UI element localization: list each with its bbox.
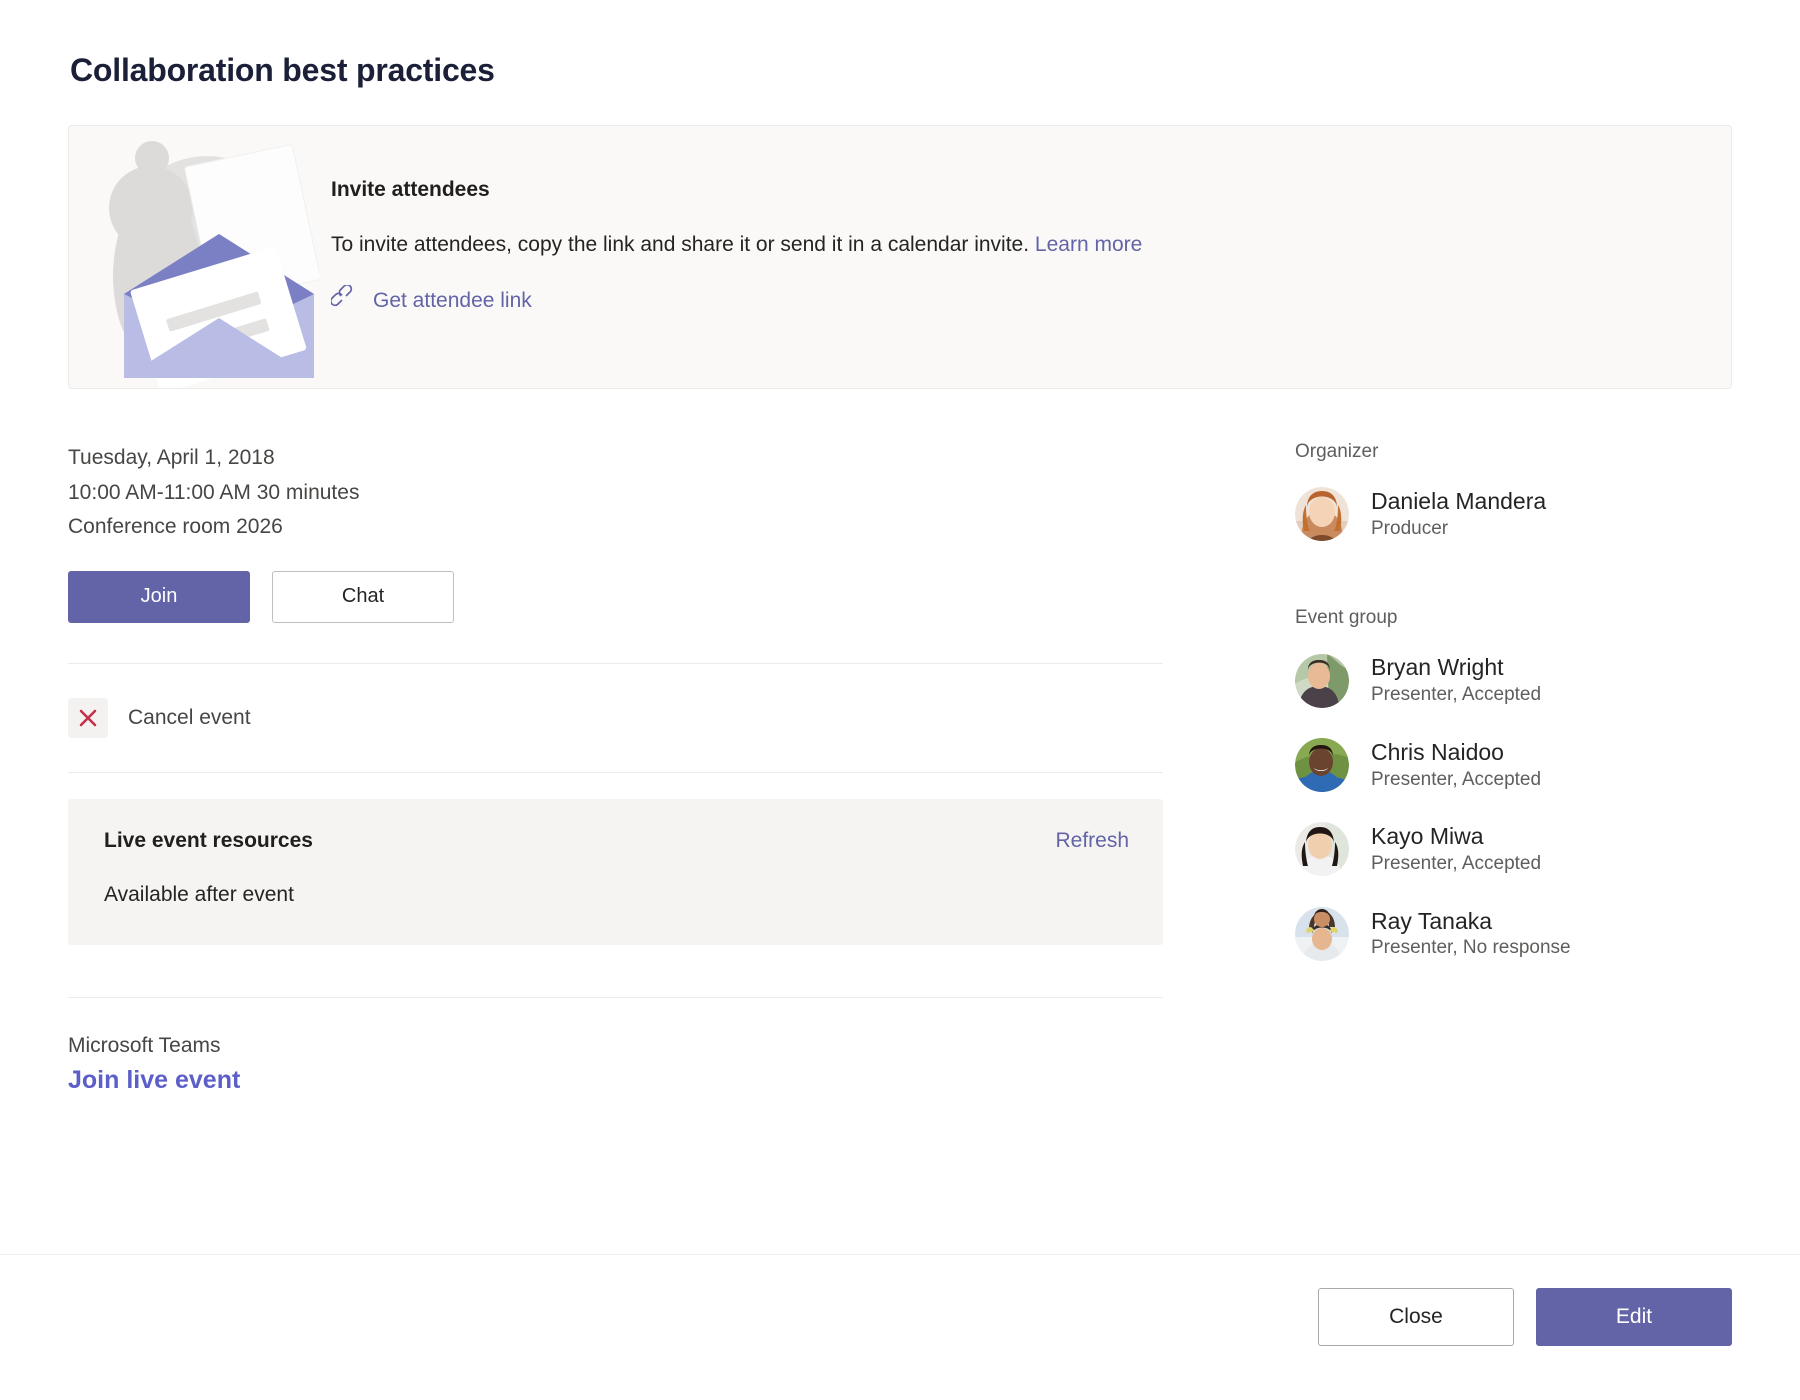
cancel-event-button[interactable]: Cancel event: [68, 664, 251, 772]
organizer-role: Producer: [1371, 516, 1546, 542]
chain-link-icon: [331, 285, 357, 317]
event-people-right-column: Organizer: [1163, 441, 1732, 1095]
event-group-person-3-text: Ray Tanaka Presenter, No response: [1371, 907, 1571, 961]
event-group-person-3-role: Presenter, No response: [1371, 935, 1571, 961]
avatar-kayo-miwa: [1295, 822, 1349, 876]
divider-above-teams: [68, 997, 1163, 998]
event-group-person-2[interactable]: Kayo Miwa Presenter, Accepted: [1295, 822, 1732, 876]
teams-join-block: Microsoft Teams Join live event: [68, 1034, 1163, 1095]
invite-attendees-banner: Invite attendees To invite attendees, co…: [68, 125, 1732, 389]
get-attendee-link-label: Get attendee link: [373, 289, 532, 313]
close-button[interactable]: Close: [1318, 1288, 1514, 1346]
join-button[interactable]: Join: [68, 571, 250, 623]
organizer-person[interactable]: Daniela Mandera Producer: [1295, 487, 1732, 541]
spacer: [1295, 571, 1732, 607]
envelope-with-letters-illustration: [69, 126, 319, 388]
event-group-person-0-text: Bryan Wright Presenter, Accepted: [1371, 653, 1541, 707]
resources-title: Live event resources: [104, 829, 313, 853]
resources-card-header: Live event resources Refresh: [104, 829, 1129, 853]
refresh-link[interactable]: Refresh: [1055, 829, 1129, 853]
event-group-person-2-name: Kayo Miwa: [1371, 822, 1541, 851]
organizer-section-label: Organizer: [1295, 441, 1732, 463]
chat-button[interactable]: Chat: [272, 571, 454, 623]
avatar-daniela-mandera: [1295, 487, 1349, 541]
event-group-section-label: Event group: [1295, 607, 1732, 629]
invite-description-text: To invite attendees, copy the link and s…: [331, 233, 1029, 256]
event-group-person-0-name: Bryan Wright: [1371, 653, 1541, 682]
event-group-person-2-role: Presenter, Accepted: [1371, 851, 1541, 877]
avatar-bryan-wright: [1295, 654, 1349, 708]
event-group-person-2-text: Kayo Miwa Presenter, Accepted: [1371, 822, 1541, 876]
get-attendee-link-button[interactable]: Get attendee link: [331, 285, 532, 317]
footer-actions: Close Edit: [1318, 1288, 1732, 1346]
organizer-name: Daniela Mandera: [1371, 487, 1546, 516]
invite-banner-heading: Invite attendees: [331, 178, 1731, 202]
resources-status: Available after event: [104, 883, 1129, 907]
event-date: Tuesday, April 1, 2018: [68, 441, 1163, 476]
event-group-person-1-name: Chris Naidoo: [1371, 738, 1541, 767]
edit-button[interactable]: Edit: [1536, 1288, 1732, 1346]
divider-below-cancel: [68, 772, 1163, 773]
event-action-buttons: Join Chat: [68, 571, 1163, 623]
teams-app-name: Microsoft Teams: [68, 1034, 1163, 1058]
event-group-person-1[interactable]: Chris Naidoo Presenter, Accepted: [1295, 738, 1732, 792]
event-group-person-1-role: Presenter, Accepted: [1371, 767, 1541, 793]
organizer-person-text: Daniela Mandera Producer: [1371, 487, 1546, 541]
page-title: Collaboration best practices: [70, 0, 1732, 89]
cancel-event-label: Cancel event: [128, 706, 251, 730]
event-group-person-1-text: Chris Naidoo Presenter, Accepted: [1371, 738, 1541, 792]
event-details-left-column: Tuesday, April 1, 2018 10:00 AM-11:00 AM…: [68, 441, 1163, 1095]
invite-banner-body: Invite attendees To invite attendees, co…: [319, 126, 1731, 388]
event-details-columns: Tuesday, April 1, 2018 10:00 AM-11:00 AM…: [68, 441, 1732, 1095]
event-group-person-0[interactable]: Bryan Wright Presenter, Accepted: [1295, 653, 1732, 707]
event-group-person-3[interactable]: Ray Tanaka Presenter, No response: [1295, 907, 1732, 961]
event-location: Conference room 2026: [68, 510, 1163, 545]
event-group-person-3-name: Ray Tanaka: [1371, 907, 1571, 936]
avatar-chris-naidoo: [1295, 738, 1349, 792]
live-event-resources-card: Live event resources Refresh Available a…: [68, 799, 1163, 945]
join-live-event-link[interactable]: Join live event: [68, 1066, 240, 1095]
close-x-icon: [68, 698, 108, 738]
learn-more-link[interactable]: Learn more: [1035, 233, 1142, 256]
live-event-details-page: Collaboration best practices: [0, 0, 1800, 1400]
event-group-person-0-role: Presenter, Accepted: [1371, 682, 1541, 708]
invite-banner-description: To invite attendees, copy the link and s…: [331, 232, 1731, 257]
avatar-ray-tanaka: [1295, 907, 1349, 961]
footer-divider: [0, 1254, 1800, 1255]
event-time-range: 10:00 AM-11:00 AM 30 minutes: [68, 476, 1163, 511]
